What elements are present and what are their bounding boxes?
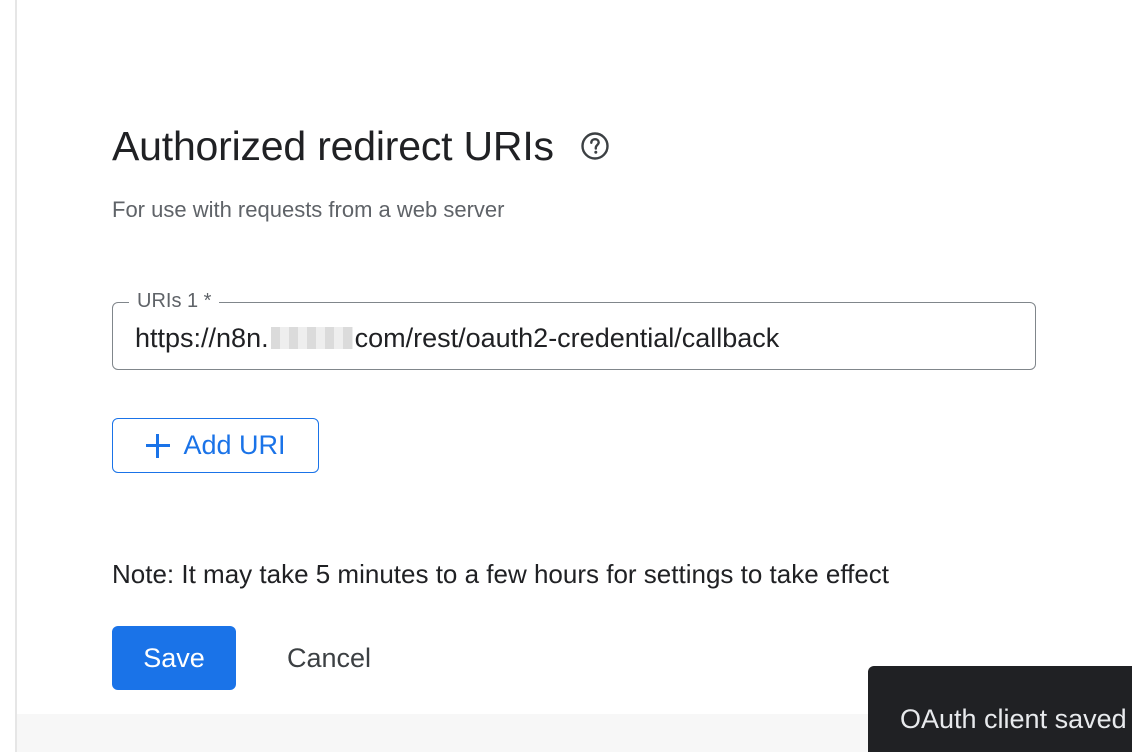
section-title: Authorized redirect URIs	[112, 123, 554, 169]
snackbar-message: OAuth client saved	[900, 704, 1127, 734]
plus-icon	[145, 433, 171, 459]
cancel-button[interactable]: Cancel	[264, 626, 394, 690]
add-uri-label: Add URI	[183, 430, 286, 460]
page: Authorized redirect URIs For use with re…	[0, 0, 1132, 752]
section-subtitle: For use with requests from a web server	[112, 197, 505, 222]
add-uri-button[interactable]: Add URI	[112, 418, 319, 473]
uri-value-prefix: https://n8n.	[135, 323, 269, 353]
save-button[interactable]: Save	[112, 626, 236, 690]
section-title-row: Authorized redirect URIs	[112, 120, 612, 172]
uri-input-value[interactable]: https://n8n. com/rest/oauth2-credential/…	[135, 321, 779, 355]
uri-value-suffix: com/rest/oauth2-credential/callback	[354, 323, 780, 353]
redacted-domain	[270, 327, 353, 349]
left-divider	[15, 0, 17, 752]
settings-note: Note: It may take 5 minutes to a few hou…	[112, 559, 890, 589]
help-circle-icon[interactable]	[578, 129, 612, 163]
snackbar: OAuth client saved	[868, 666, 1132, 752]
uri-field-label: URIs 1 *	[129, 287, 220, 315]
uri-input-field[interactable]: URIs 1 * https://n8n. com/rest/oauth2-cr…	[112, 287, 1036, 370]
